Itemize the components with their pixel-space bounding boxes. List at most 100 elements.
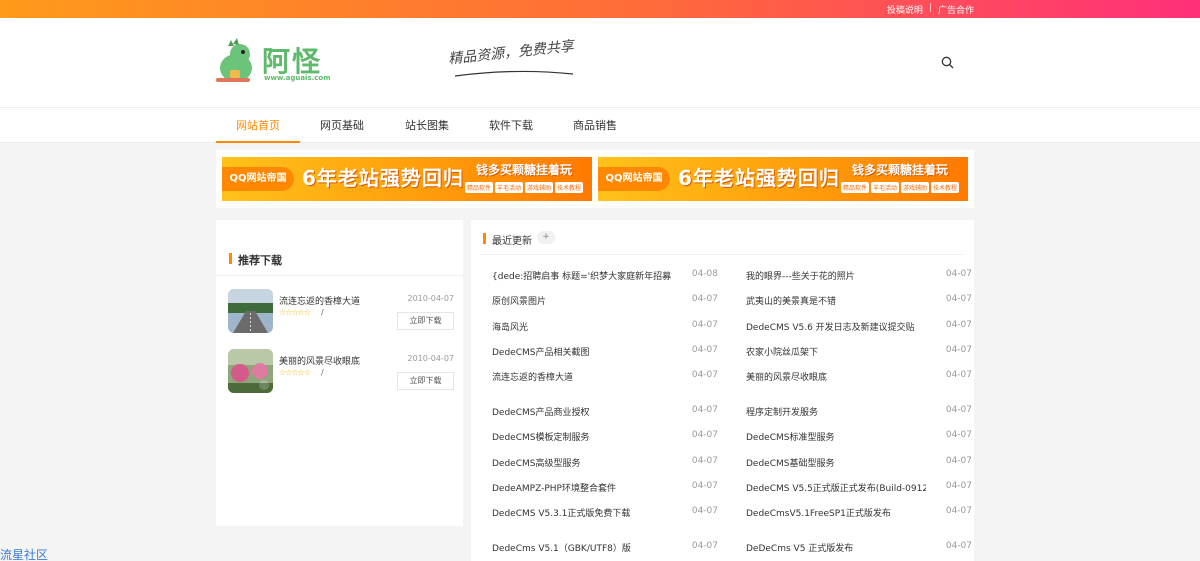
list-item[interactable]: 海岛风光 04-07 (492, 320, 718, 334)
banner-tag: 游戏辅助 (525, 182, 554, 193)
list-item[interactable]: DedeAMPZ-PHP环境整合套件 04-07 (492, 481, 718, 495)
download-date: 2010-04-07 (407, 294, 455, 303)
rating-separator: / (321, 308, 324, 317)
list-item-date: 04-07 (945, 506, 972, 516)
banner-tag: 羊毛活动 (870, 182, 899, 193)
download-date: 2010-04-07 (407, 354, 455, 363)
list-item-date: 04-07 (691, 481, 718, 491)
nav-item-shop[interactable]: 商品销售 (563, 108, 627, 143)
link-ad-cooperation[interactable]: 广告合作 (938, 3, 974, 16)
list-item[interactable]: DedeCMS基础型服务 04-07 (746, 456, 972, 470)
list-item[interactable]: DedeCMS标准型服务 04-07 (746, 430, 972, 444)
list-item[interactable]: DeDeCms V5 正式版发布 04-07 (746, 541, 972, 555)
list-item-title[interactable]: DedeCms V5.1（GBK/UTF8）版 (492, 541, 631, 554)
list-item-title[interactable]: 农家小院丝瓜架下 (746, 345, 818, 358)
divider (216, 275, 463, 276)
latest-title: 最近更新 (492, 236, 532, 247)
list-item[interactable]: {dede:招聘启事 标题='织梦大家庭新年招募第... 04-08 (492, 269, 718, 283)
list-item[interactable]: 程序定制开发服务 04-07 (746, 405, 972, 419)
list-item-title[interactable]: 流连忘返的香樟大道 (492, 370, 573, 383)
rating-stars: ☆☆☆☆☆ (279, 368, 311, 377)
banner-ad[interactable]: QQ网站帝国 6年老站强势回归 钱多买颗糖挂着玩 精品软件 羊毛活动 游戏辅助 … (598, 157, 968, 201)
list-item-date: 04-07 (691, 430, 718, 440)
list-item-date: 04-07 (691, 294, 718, 304)
list-item-date: 04-07 (691, 320, 718, 330)
list-item-title[interactable]: DedeAMPZ-PHP环境整合套件 (492, 481, 616, 494)
list-item-title[interactable]: 我的眼界---些关于花的照片 (746, 269, 855, 282)
banner-tag: 精品软件 (840, 182, 869, 193)
section-marker (483, 233, 486, 244)
list-item-title[interactable]: DedeCMS V5.6 开发日志及新建议提交贴 (746, 320, 915, 333)
list-item[interactable]: 原创风景图片 04-07 (492, 294, 718, 308)
list-item-title[interactable]: DedeCmsV5.1FreeSP1正式版发布 (746, 506, 891, 519)
list-item-date: 04-08 (691, 269, 718, 279)
link-separator: | (928, 3, 932, 13)
more-button[interactable]: + (537, 231, 555, 244)
nav-item-home[interactable]: 网站首页 (216, 108, 300, 143)
download-name[interactable]: 美丽的风景尽收眼底 (279, 354, 360, 367)
list-item-title[interactable]: DedeCMS产品商业授权 (492, 405, 589, 418)
thumbnail-road[interactable] (228, 289, 273, 333)
list-item[interactable]: 流连忘返的香樟大道 04-07 (492, 370, 718, 384)
banner-tag: 游戏辅助 (901, 182, 930, 193)
list-item[interactable]: DedeCmsV5.1FreeSP1正式版发布 04-07 (746, 506, 972, 520)
list-item-date: 04-07 (945, 269, 972, 279)
list-item-title[interactable]: DedeCMS模板定制服务 (492, 430, 589, 443)
list-item[interactable]: DedeCMS模板定制服务 04-07 (492, 430, 718, 444)
banner-tags: 精品软件 羊毛活动 游戏辅助 技术教程 (838, 182, 962, 193)
download-button[interactable]: 立即下载 (397, 372, 454, 390)
search-icon[interactable] (941, 56, 954, 69)
list-item[interactable]: 美丽的风景尽收眼底 04-07 (746, 370, 972, 384)
nav-item-software[interactable]: 软件下载 (479, 108, 543, 143)
list-item-title[interactable]: 武夷山的美景真是不错 (746, 294, 836, 307)
site-header: 阿怪 www.aguais.com 精品资源，免费共享 (0, 18, 1200, 107)
list-item[interactable]: DedeCMS产品相关截图 04-07 (492, 345, 718, 359)
list-item-title[interactable]: DedeCMS基础型服务 (746, 456, 834, 469)
nav-item-web-basics[interactable]: 网页基础 (310, 108, 374, 143)
logo-url: www.aguais.com (264, 74, 331, 82)
list-item[interactable]: DedeCMS高级型服务 04-07 (492, 456, 718, 470)
nav-item-gallery[interactable]: 站长图集 (395, 108, 459, 143)
latest-panel: 最近更新 + {dede:招聘启事 标题='织梦大家庭新年招募第... 04-08… (471, 220, 974, 561)
list-item[interactable]: 武夷山的美景真是不错 04-07 (746, 294, 972, 308)
watermark-text: 流星社区 (0, 548, 49, 561)
banner-area: QQ网站帝国 6年老站强势回归 钱多买颗糖挂着玩 精品软件 羊毛活动 游戏辅助 … (216, 150, 974, 208)
list-item-title[interactable]: DedeCMS标准型服务 (746, 430, 834, 443)
link-submission-guide[interactable]: 投稿说明 (887, 3, 923, 16)
banner-tag: 技术教程 (931, 182, 960, 193)
list-item-date: 04-07 (945, 481, 972, 491)
list-item-date: 04-07 (945, 294, 972, 304)
banner-tags: 精品软件 羊毛活动 游戏辅助 技术教程 (462, 182, 586, 193)
download-name[interactable]: 流连忘返的香樟大道 (279, 294, 360, 307)
list-item[interactable]: 我的眼界---些关于花的照片 04-07 (746, 269, 972, 283)
list-item[interactable]: DedeCMS V5.5正式版正式发布(Build-0912) 04-07 (746, 481, 972, 495)
thumbnail-scenery[interactable] (228, 349, 273, 393)
list-item-title[interactable]: 美丽的风景尽收眼底 (746, 370, 827, 383)
list-item-title[interactable]: 原创风景图片 (492, 294, 546, 307)
list-item-title[interactable]: {dede:招聘启事 标题='织梦大家庭新年招募第... (492, 269, 672, 282)
list-item[interactable]: 农家小院丝瓜架下 04-07 (746, 345, 972, 359)
list-item[interactable]: DedeCMS V5.3.1正式版免费下载 04-07 (492, 506, 718, 520)
list-item[interactable]: DedeCms V5.1（GBK/UTF8）版 04-07 (492, 541, 718, 555)
list-item-title[interactable]: DedeCMS V5.3.1正式版免费下载 (492, 506, 630, 519)
list-item-title[interactable]: DedeCMS V5.5正式版正式发布(Build-0912) (746, 481, 926, 494)
download-button[interactable]: 立即下载 (397, 312, 454, 330)
list-item-title[interactable]: 程序定制开发服务 (746, 405, 818, 418)
main-nav: 网站首页 网页基础 站长图集 软件下载 商品销售 (0, 107, 1200, 143)
divider (481, 254, 964, 255)
banner-ad[interactable]: QQ网站帝国 6年老站强势回归 钱多买颗糖挂着玩 精品软件 羊毛活动 游戏辅助 … (222, 157, 592, 201)
banner-tag: 羊毛活动 (494, 182, 523, 193)
rating-stars: ☆☆☆☆☆ (279, 308, 311, 317)
list-item-title[interactable]: DedeCMS产品相关截图 (492, 345, 589, 358)
list-item[interactable]: DedeCMS产品商业授权 04-07 (492, 405, 718, 419)
banner-headline: 6年老站强势回归 (302, 166, 464, 190)
banner-subtitle: 钱多买颗糖挂着玩 (851, 163, 948, 177)
list-item-title[interactable]: DedeCMS高级型服务 (492, 456, 580, 469)
top-links: 投稿说明 | 广告合作 (887, 3, 974, 16)
list-item-date: 04-07 (945, 405, 972, 415)
list-item[interactable]: DedeCMS V5.6 开发日志及新建议提交贴 04-07 (746, 320, 972, 334)
list-item-title[interactable]: DeDeCms V5 正式版发布 (746, 541, 853, 554)
list-item-date: 04-07 (691, 405, 718, 415)
list-item-title[interactable]: 海岛风光 (492, 320, 528, 333)
list-item-date: 04-07 (945, 345, 972, 355)
